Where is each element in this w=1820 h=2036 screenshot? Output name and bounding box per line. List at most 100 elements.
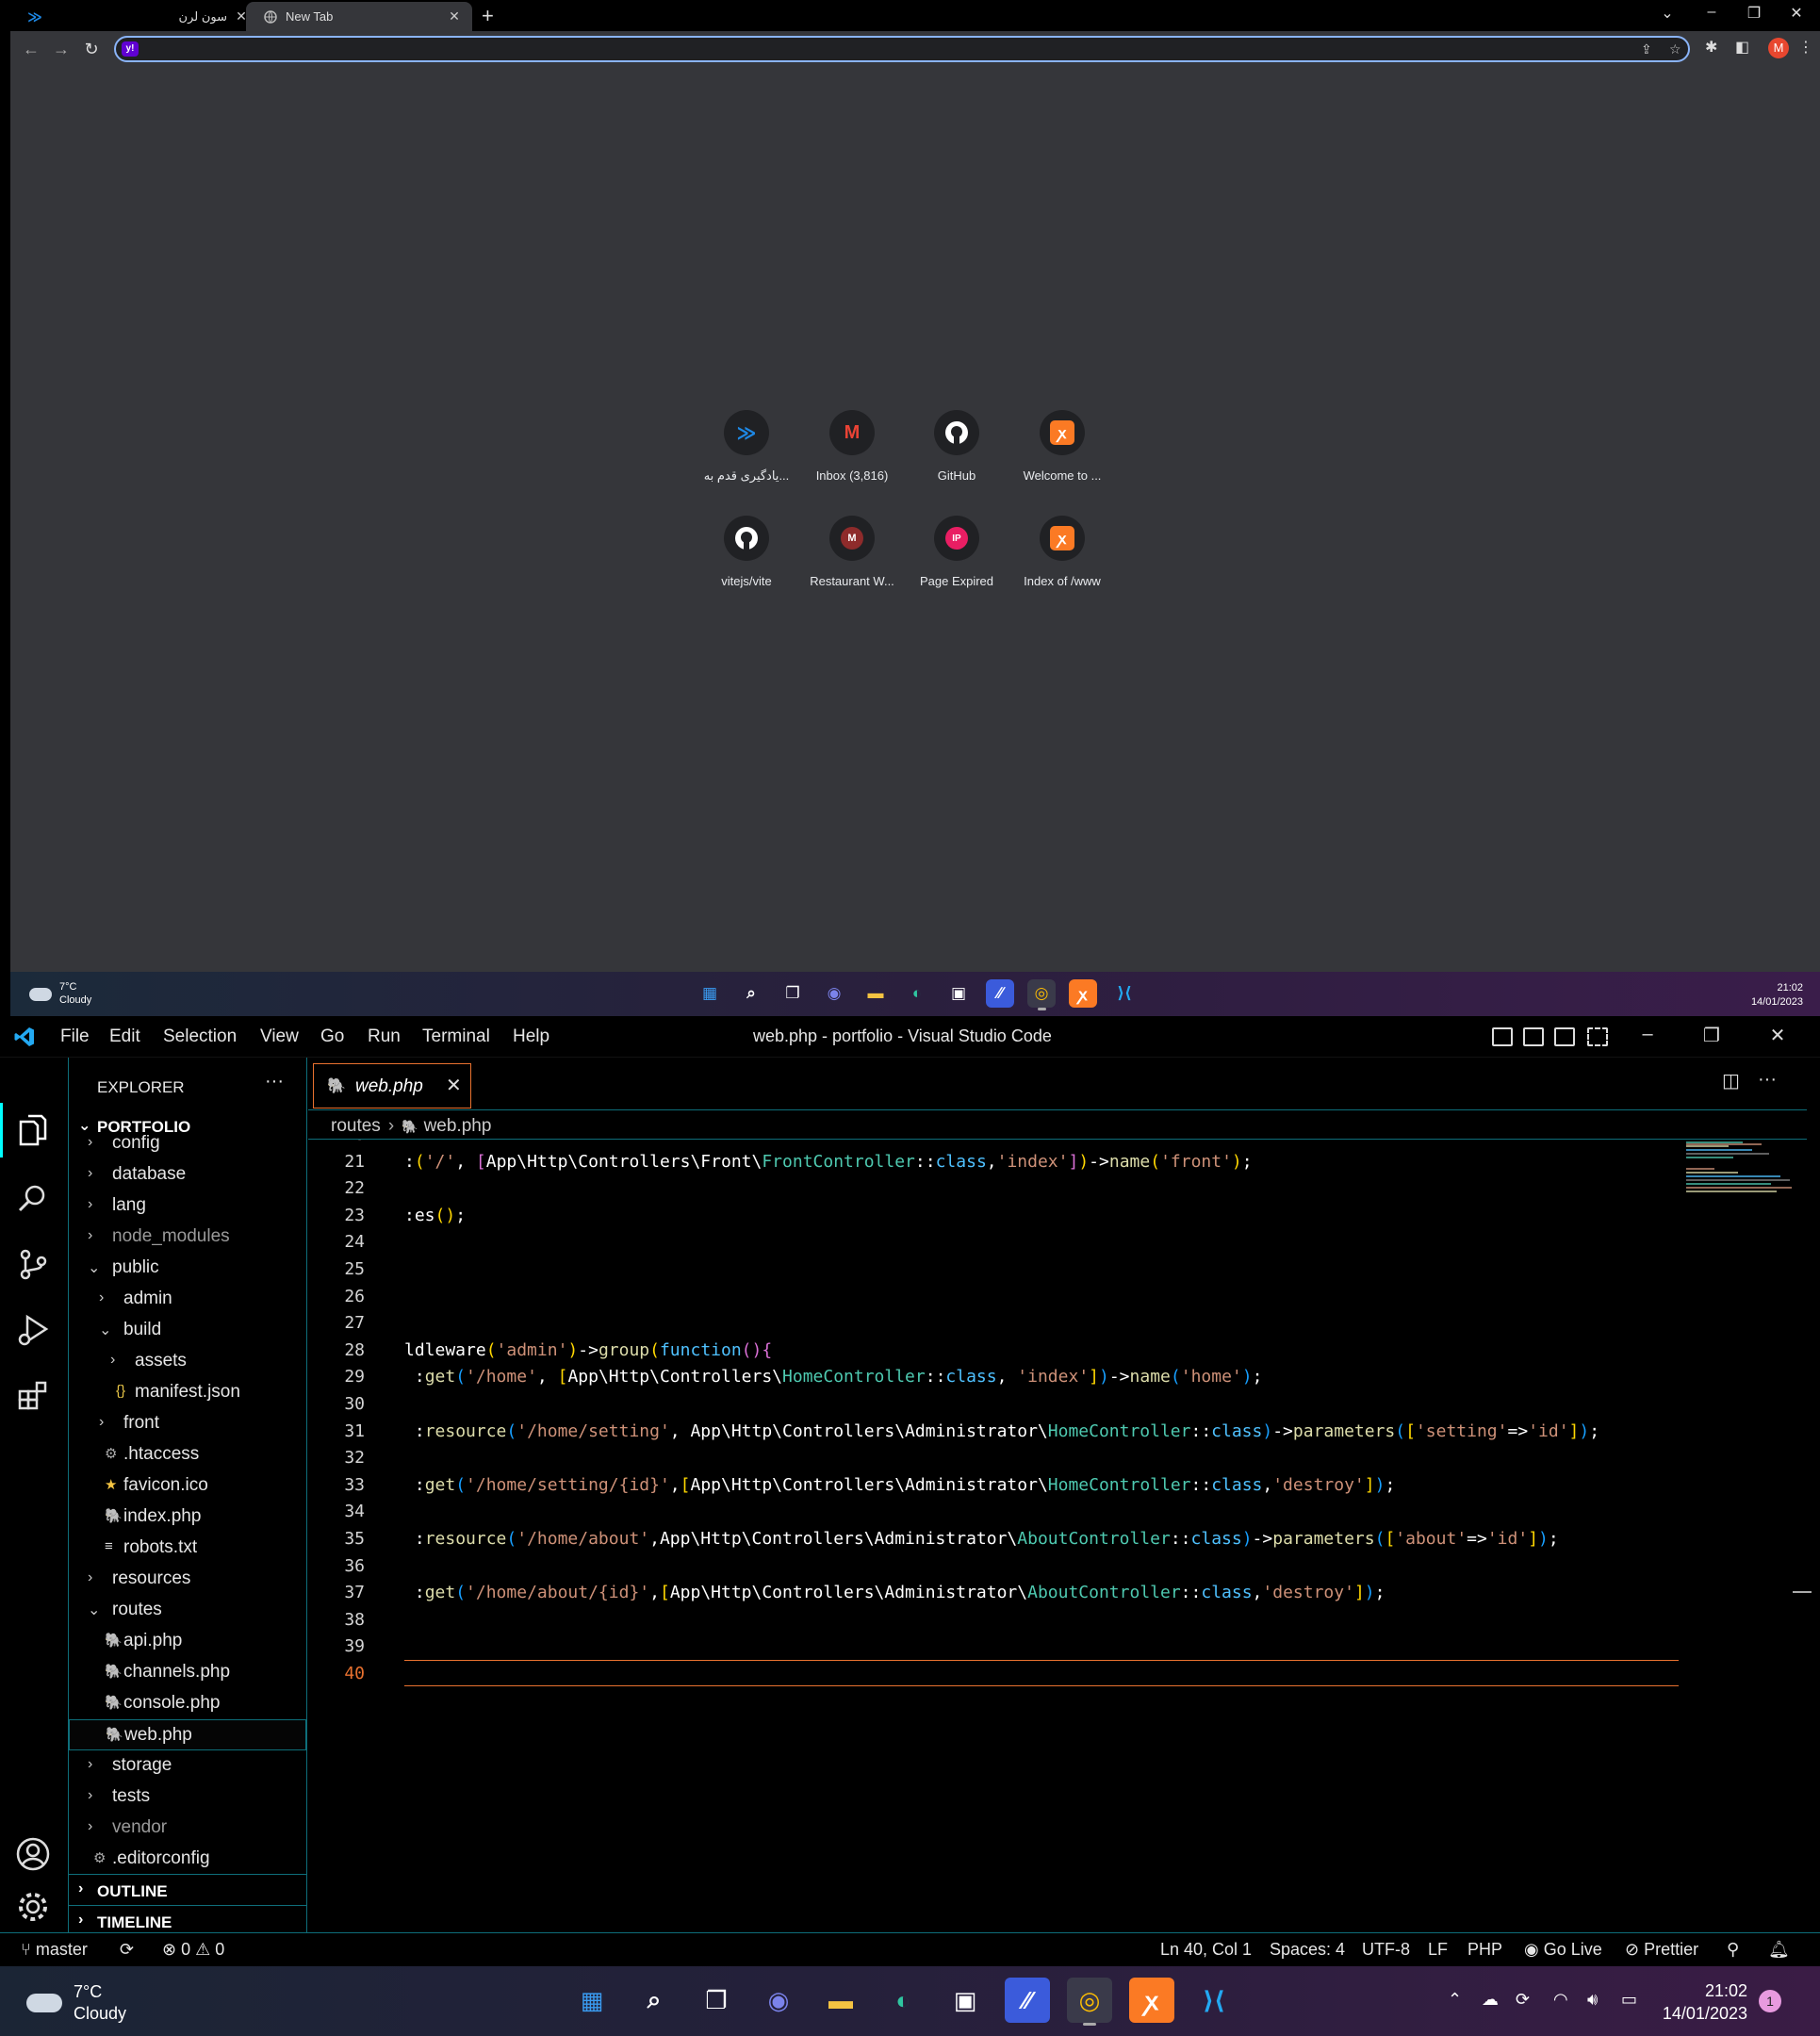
tree-file[interactable]: ★ favicon.ico (69, 1470, 306, 1502)
end-of-line[interactable]: LF (1428, 1940, 1448, 1960)
chrome-icon[interactable]: ◎ (1067, 1978, 1112, 2026)
onedrive-icon[interactable]: ☁ (1482, 1990, 1499, 2010)
menu-selection[interactable]: Selection (163, 1026, 237, 1047)
back-icon[interactable]: ← (18, 37, 44, 61)
toggle-secondary-sidebar-icon[interactable] (1554, 1027, 1575, 1046)
source-control-icon[interactable] (13, 1244, 53, 1284)
scrollbar-marker[interactable] (1793, 1591, 1812, 1593)
close-button[interactable]: ✕ (1759, 1024, 1796, 1047)
close-tab-icon[interactable]: ✕ (446, 1074, 462, 1097)
tree-folder[interactable]: › vendor (69, 1813, 306, 1844)
search-icon[interactable]: ⌕ (737, 979, 765, 1008)
task-view-icon[interactable]: ❐ (779, 979, 807, 1008)
vpn-icon[interactable]: ∕∕ (986, 979, 1014, 1008)
tree-folder[interactable]: › config (69, 1128, 306, 1159)
encoding[interactable]: UTF-8 (1362, 1940, 1410, 1960)
menu-view[interactable]: View (260, 1026, 299, 1047)
start-icon[interactable]: ▦ (696, 979, 724, 1008)
tree-folder[interactable]: › front (69, 1408, 306, 1439)
wifi-icon[interactable]: ◠ (1553, 1990, 1568, 2010)
toggle-primary-sidebar-icon[interactable] (1492, 1027, 1513, 1046)
minimize-button[interactable]: – (1697, 4, 1726, 21)
notification-badge[interactable]: 1 (1759, 1990, 1781, 2012)
vscode-icon[interactable]: ⟩⟨ (1191, 1978, 1237, 2023)
go-live-button[interactable]: ◉ Go Live (1524, 1940, 1602, 1960)
profile-avatar[interactable]: M (1768, 38, 1789, 58)
extensions-icon[interactable] (13, 1376, 53, 1416)
accounts-status-icon[interactable]: ⚲ (1727, 1940, 1739, 1960)
explorer-icon[interactable] (13, 1110, 53, 1150)
explorer-more-icon[interactable]: ··· (265, 1071, 284, 1092)
xampp-icon[interactable]: ꭗ (1129, 1978, 1174, 2023)
toggle-panel-icon[interactable] (1523, 1027, 1544, 1046)
system-clock[interactable]: 21:02 14/01/2023 (1751, 981, 1803, 1010)
tree-file[interactable]: ⚙ .editorconfig (69, 1844, 306, 1875)
menu-edit[interactable]: Edit (109, 1026, 140, 1047)
show-hidden-icons-chevron[interactable]: ⌃ (1448, 1990, 1462, 2010)
close-button[interactable]: ✕ (1782, 4, 1811, 23)
language-mode[interactable]: PHP (1467, 1940, 1502, 1960)
shortcut-tile[interactable]: GitHub (904, 410, 1009, 483)
store-icon[interactable]: ▣ (943, 1978, 988, 2023)
reload-icon[interactable]: ↻ (78, 37, 105, 61)
file-explorer-icon[interactable]: ▬ (818, 1978, 863, 2023)
shortcut-tile[interactable]: ꭗ Index of /www (1009, 516, 1115, 588)
code-editor[interactable]: 20 21:('/', [App\Http\Controllers\Front\F… (308, 1140, 1684, 1932)
tree-file[interactable]: 🐘 index.php (69, 1502, 306, 1533)
battery-icon[interactable]: ▭ (1621, 1990, 1637, 2010)
task-view-icon[interactable]: ❐ (694, 1978, 739, 2023)
shortcut-tile[interactable]: IP Page Expired (904, 516, 1009, 588)
outline-section-header[interactable]: › OUTLINE (69, 1874, 306, 1905)
tree-file[interactable]: {} manifest.json (69, 1377, 306, 1408)
edge-icon[interactable]: ◐ (880, 1978, 926, 2023)
tree-folder[interactable]: › database (69, 1159, 306, 1190)
code-line[interactable]: :resource('/home/about',App\Http\Control… (404, 1529, 1559, 1549)
vpn-icon[interactable]: ∕∕ (1005, 1978, 1050, 2023)
tree-folder[interactable]: › admin (69, 1284, 306, 1315)
menu-run[interactable]: Run (368, 1026, 401, 1047)
tab-close-icon[interactable]: ✕ (446, 8, 463, 25)
file-explorer-icon[interactable]: ▬ (861, 979, 890, 1008)
system-clock[interactable]: 21:02 14/01/2023 (1661, 1979, 1747, 2026)
tree-folder[interactable]: › tests (69, 1782, 306, 1813)
restore-button[interactable]: ❐ (1693, 1024, 1730, 1047)
new-tab-button[interactable]: + (482, 4, 494, 28)
breadcrumb-file[interactable]: web.php (424, 1116, 492, 1137)
teams-chat-icon[interactable]: ◉ (756, 1978, 801, 2023)
code-line[interactable]: ldleware('admin')->group(function(){ (404, 1340, 772, 1360)
chrome-icon[interactable]: ◎ (1027, 979, 1056, 1010)
search-icon[interactable]: ⌕ (631, 1978, 677, 2023)
accounts-icon[interactable] (13, 1834, 53, 1874)
tree-folder[interactable]: › storage (69, 1750, 306, 1782)
tree-file[interactable]: ⚙ .htaccess (69, 1439, 306, 1470)
branch-status[interactable]: ⑂ master (21, 1940, 88, 1960)
tab-search-button[interactable]: ≫ (10, 2, 56, 31)
address-bar[interactable]: y! ⇪ ☆ (114, 36, 1690, 62)
teams-chat-icon[interactable]: ◉ (820, 979, 848, 1008)
code-line[interactable]: :('/', [App\Http\Controllers\Front\Front… (404, 1152, 1253, 1172)
editor-tab-web-php[interactable]: 🐘 web.php ✕ (313, 1063, 471, 1108)
weather-widget[interactable]: 7°C Cloudy (26, 1981, 126, 2024)
minimap[interactable] (1684, 1140, 1795, 1221)
bookmark-star-icon[interactable]: ☆ (1669, 41, 1681, 57)
extensions-icon[interactable]: ✱ (1705, 38, 1717, 57)
notifications-bell-icon[interactable]: 🔔︎ (1768, 1940, 1790, 1960)
tree-file[interactable]: 🐘 api.php (69, 1626, 306, 1657)
forward-icon[interactable]: → (48, 37, 74, 61)
tree-folder[interactable]: › lang (69, 1190, 306, 1222)
split-editor-icon[interactable]: ◫ (1722, 1069, 1740, 1092)
chrome-menu-icon[interactable]: ⋮ (1798, 38, 1813, 57)
prettier-button[interactable]: ⊘ Prettier (1625, 1940, 1698, 1960)
code-line[interactable]: :get('/home/about/{id}',[App\Http\Contro… (404, 1583, 1385, 1602)
tab-sevenlearn[interactable]: سون لرن ✕ (114, 2, 255, 31)
code-line[interactable]: :get('/home', [App\Http\Controllers\Home… (404, 1367, 1263, 1387)
code-line[interactable]: :get('/home/setting/{id}',[App\Http\Cont… (404, 1475, 1395, 1495)
menu-go[interactable]: Go (320, 1026, 344, 1047)
editor-more-icon[interactable]: ··· (1758, 1069, 1777, 1091)
code-line[interactable]: :resource('/home/setting', App\Http\Cont… (404, 1421, 1599, 1441)
sync-icon[interactable]: ⟳ (120, 1940, 134, 1960)
breadcrumb-folder[interactable]: routes (331, 1116, 381, 1137)
menu-help[interactable]: Help (513, 1026, 549, 1047)
tree-folder[interactable]: › resources (69, 1564, 306, 1595)
cursor-position[interactable]: Ln 40, Col 1 (1160, 1940, 1252, 1960)
